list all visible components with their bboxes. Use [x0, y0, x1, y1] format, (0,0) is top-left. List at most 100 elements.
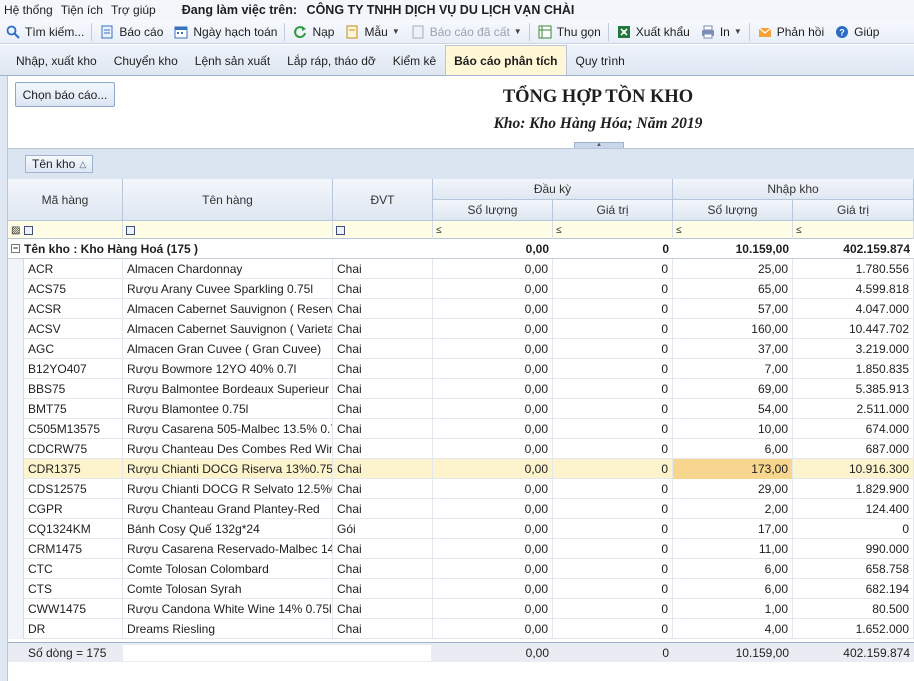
- cell-receipt-value[interactable]: 1.829.900: [793, 479, 914, 499]
- cell-code[interactable]: B12YO407: [24, 359, 123, 379]
- cell-unit[interactable]: Chai: [333, 439, 433, 459]
- cell-opening-value[interactable]: 0: [553, 579, 673, 599]
- cell-name[interactable]: Rượu Candona White Wine 14% 0.75l: [123, 599, 333, 619]
- table-row[interactable]: CRM1475 Rượu Casarena Reservado-Malbec 14…: [8, 539, 914, 559]
- cell-unit[interactable]: Chai: [333, 619, 433, 639]
- cell-opening-qty[interactable]: 0,00: [433, 419, 553, 439]
- cell-receipt-qty[interactable]: 17,00: [673, 519, 793, 539]
- cell-receipt-value[interactable]: 658.758: [793, 559, 914, 579]
- cell-opening-qty[interactable]: 0,00: [433, 319, 553, 339]
- cell-unit[interactable]: Chai: [333, 479, 433, 499]
- cell-opening-qty[interactable]: 0,00: [433, 599, 553, 619]
- cell-receipt-qty[interactable]: 54,00: [673, 399, 793, 419]
- table-row[interactable]: ACS75 Rượu Arany Cuvee Sparkling 0.75l Cha…: [8, 279, 914, 299]
- column-header-receipt-qty[interactable]: Số lượng: [673, 200, 793, 221]
- tab-stock-in-out[interactable]: Nhập, xuất kho: [8, 47, 105, 75]
- cell-code[interactable]: CGPR: [24, 499, 123, 519]
- cell-opening-value[interactable]: 0: [553, 359, 673, 379]
- cell-receipt-qty[interactable]: 65,00: [673, 279, 793, 299]
- template-button[interactable]: Mẫu ▼: [339, 21, 404, 43]
- cell-unit[interactable]: Chai: [333, 579, 433, 599]
- load-button[interactable]: Nạp: [287, 21, 339, 43]
- cell-opening-qty[interactable]: 0,00: [433, 379, 553, 399]
- collapse-group-icon[interactable]: −: [11, 244, 20, 253]
- cell-opening-value[interactable]: 0: [553, 299, 673, 319]
- cell-name[interactable]: Rượu Chanteau Grand Plantey-Red: [123, 499, 333, 519]
- cell-opening-qty[interactable]: 0,00: [433, 539, 553, 559]
- cell-name[interactable]: Rượu Arany Cuvee Sparkling 0.75l: [123, 279, 333, 299]
- cell-receipt-qty[interactable]: 11,00: [673, 539, 793, 559]
- cell-name[interactable]: Rượu Chianti DOCG R Selvato 12.5%0.: [123, 479, 333, 499]
- cell-receipt-qty[interactable]: 25,00: [673, 259, 793, 279]
- cell-name[interactable]: Rượu Blamontee 0.75l: [123, 399, 333, 419]
- tab-inventory-check[interactable]: Kiểm kê: [385, 47, 444, 75]
- tab-transfer[interactable]: Chuyển kho: [106, 47, 186, 75]
- cell-opening-qty[interactable]: 0,00: [433, 299, 553, 319]
- cell-name[interactable]: Rượu Balmontee Bordeaux Superieur 0.: [123, 379, 333, 399]
- cell-receipt-qty[interactable]: 10,00: [673, 419, 793, 439]
- cell-opening-value[interactable]: 0: [553, 539, 673, 559]
- filter-cell-receipt-qty[interactable]: ≤: [673, 221, 793, 239]
- cell-name[interactable]: Rượu Casarena Reservado-Malbec 14: [123, 539, 333, 559]
- cell-receipt-value[interactable]: 4.599.818: [793, 279, 914, 299]
- table-row[interactable]: BMT75 Rượu Blamontee 0.75l Chai 0,00 0 54,00 2…: [8, 399, 914, 419]
- group-chip-warehouse[interactable]: Tên kho △: [25, 155, 94, 173]
- tab-production-order[interactable]: Lệnh sản xuất: [187, 47, 278, 75]
- menu-item-system[interactable]: Hệ thống: [0, 3, 57, 17]
- cell-receipt-value[interactable]: 1.780.556: [793, 259, 914, 279]
- report-button[interactable]: Báo cáo: [94, 21, 168, 43]
- print-button[interactable]: In ▼: [695, 21, 747, 43]
- cell-opening-value[interactable]: 0: [553, 259, 673, 279]
- cell-name[interactable]: Bánh Cosy Quế 132g*24: [123, 519, 333, 539]
- cell-unit[interactable]: Chai: [333, 539, 433, 559]
- cell-name[interactable]: Dreams Riesling: [123, 619, 333, 639]
- cell-opening-value[interactable]: 0: [553, 339, 673, 359]
- cell-opening-qty[interactable]: 0,00: [433, 339, 553, 359]
- cell-name[interactable]: Comte Tolosan Syrah: [123, 579, 333, 599]
- cell-name[interactable]: Rượu Casarena 505-Malbec 13.5% 0.7: [123, 419, 333, 439]
- cell-receipt-value[interactable]: 3.219.000: [793, 339, 914, 359]
- cell-receipt-qty[interactable]: 6,00: [673, 559, 793, 579]
- cell-receipt-value[interactable]: 687.000: [793, 439, 914, 459]
- cell-opening-value[interactable]: 0: [553, 379, 673, 399]
- cell-unit[interactable]: Chai: [333, 379, 433, 399]
- cell-opening-qty[interactable]: 0,00: [433, 619, 553, 639]
- tab-process[interactable]: Quy trình: [568, 47, 633, 75]
- table-row[interactable]: CQ1324KM Bánh Cosy Quế 132g*24 Gói 0,00 0 17,…: [8, 519, 914, 539]
- cell-receipt-value[interactable]: 2.511.000: [793, 399, 914, 419]
- cell-receipt-value[interactable]: 1.850.835: [793, 359, 914, 379]
- cell-receipt-qty[interactable]: 4,00: [673, 619, 793, 639]
- menu-item-utilities[interactable]: Tiện ích: [57, 3, 107, 17]
- table-row[interactable]: C505M13575 Rượu Casarena 505-Malbec 13.5%…: [8, 419, 914, 439]
- cell-code[interactable]: CWW1475: [24, 599, 123, 619]
- cell-code[interactable]: AGC: [24, 339, 123, 359]
- cell-code[interactable]: CDS12575: [24, 479, 123, 499]
- cell-code[interactable]: ACR: [24, 259, 123, 279]
- group-row[interactable]: − Tên kho : Kho Hàng Hoá (175 ) 0,00 0 1…: [8, 240, 914, 259]
- column-header-opening-value[interactable]: Giá trị: [553, 200, 673, 221]
- table-row[interactable]: CTS Comte Tolosan Syrah Chai 0,00 0 6,00 682.1…: [8, 579, 914, 599]
- cell-receipt-value[interactable]: 124.400: [793, 499, 914, 519]
- cell-unit[interactable]: Chai: [333, 559, 433, 579]
- cell-name[interactable]: Rượu Chianti DOCG Riserva 13%0.75l: [123, 459, 333, 479]
- menu-item-help[interactable]: Trợ giúp: [107, 3, 160, 17]
- cell-receipt-qty[interactable]: 2,00: [673, 499, 793, 519]
- cell-receipt-value[interactable]: 5.385.913: [793, 379, 914, 399]
- cell-receipt-qty[interactable]: 6,00: [673, 439, 793, 459]
- export-button[interactable]: Xuất khẩu: [611, 21, 695, 43]
- filter-cell-opening-value[interactable]: ≤: [553, 221, 673, 239]
- table-row[interactable]: BBS75 Rượu Balmontee Bordeaux Superieur 0…: [8, 379, 914, 399]
- cell-unit[interactable]: Chai: [333, 319, 433, 339]
- collapse-button[interactable]: Thu gọn: [532, 21, 606, 43]
- cell-receipt-qty[interactable]: 1,00: [673, 599, 793, 619]
- column-header-opening-qty[interactable]: Số lượng: [433, 200, 553, 221]
- cell-opening-value[interactable]: 0: [553, 559, 673, 579]
- cell-opening-qty[interactable]: 0,00: [433, 439, 553, 459]
- cell-opening-value[interactable]: 0: [553, 439, 673, 459]
- column-header-name[interactable]: Tên hàng: [123, 179, 333, 221]
- cell-code[interactable]: CDR1375: [24, 459, 123, 479]
- table-row[interactable]: CDS12575 Rượu Chianti DOCG R Selvato 12.5…: [8, 479, 914, 499]
- table-row[interactable]: CDR1375 Rượu Chianti DOCG Riserva 13%0.75…: [8, 459, 914, 479]
- cell-receipt-qty[interactable]: 29,00: [673, 479, 793, 499]
- cell-opening-value[interactable]: 0: [553, 319, 673, 339]
